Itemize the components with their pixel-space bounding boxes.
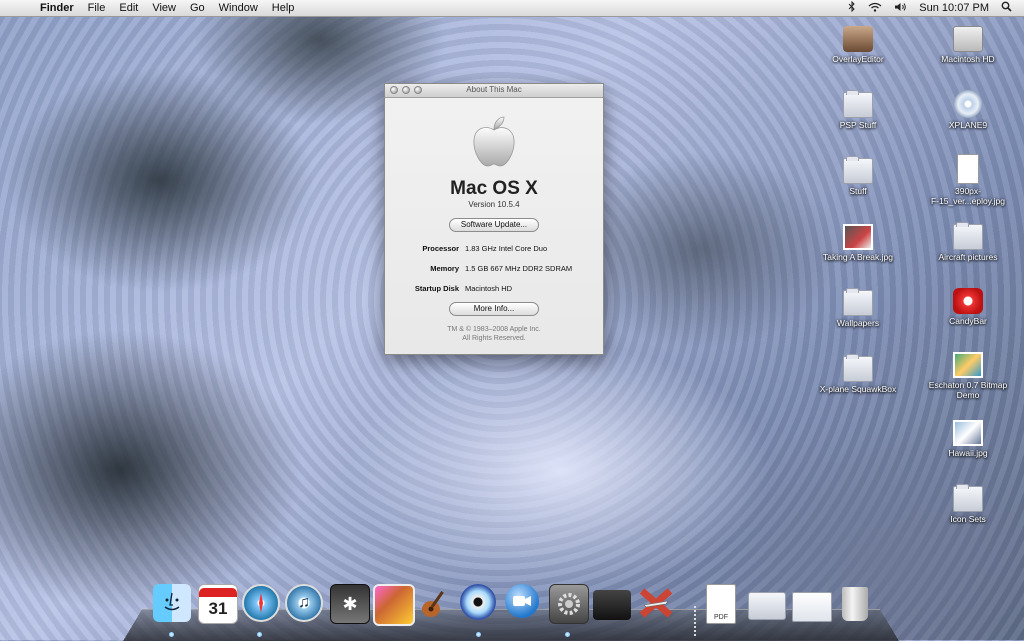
processor-row: Processor 1.83 GHz Intel Core Duo	[385, 244, 603, 254]
menu-bar: Finder File Edit View Go Window Help Sun…	[0, 0, 1024, 17]
os-name: Mac OS X	[385, 178, 603, 200]
itunes-icon[interactable]: ♫	[285, 584, 323, 622]
desktop-icon-label: Taking A Break.jpg	[812, 252, 904, 262]
menu-edit[interactable]: Edit	[119, 2, 138, 14]
calendar-date: 31	[209, 597, 228, 621]
desktop-icon-xplane9[interactable]: XPLANE9	[922, 90, 1014, 130]
window-titlebar[interactable]: About This Mac	[385, 84, 603, 98]
desktop-icon-390px-f15[interactable]: 390px- F-15_ver...eploy.jpg	[922, 154, 1014, 206]
desktop-icon-label: Aircraft pictures	[922, 252, 1014, 262]
desktop-icon-eschaton[interactable]: Eschaton 0.7 Bitmap Demo	[922, 352, 1014, 400]
dvd-icon	[954, 90, 982, 118]
folder-icon	[843, 92, 873, 118]
memory-label: Memory	[369, 264, 459, 273]
running-indicator	[169, 632, 174, 637]
startup-disk-row: Startup Disk Macintosh HD	[385, 284, 603, 294]
desktop-icon-label: PSP Stuff	[812, 120, 904, 130]
window-title: About This Mac	[385, 85, 603, 94]
calendar-header	[199, 588, 237, 597]
volume-icon[interactable]	[894, 2, 907, 15]
desktop-icon-label: X-plane SquawkBox	[812, 384, 904, 394]
desktop-icon-label: Stuff	[812, 186, 904, 196]
x-plane-icon[interactable]	[637, 584, 675, 622]
menu-file[interactable]: File	[88, 2, 106, 14]
finder-icon[interactable]	[153, 584, 191, 622]
ichat-icon[interactable]	[505, 584, 539, 618]
menu-finder[interactable]: Finder	[40, 2, 74, 14]
desktop-icon-overlayeditor[interactable]: OverlayEditor	[812, 26, 904, 64]
garageband-icon[interactable]	[416, 584, 454, 622]
desktop-icon-hawaii[interactable]: Hawaii.jpg	[922, 420, 1014, 458]
processor-value: 1.83 GHz Intel Core Duo	[465, 244, 615, 253]
folder-icon	[843, 356, 873, 382]
desktop-icon-label: Icon Sets	[922, 514, 1014, 524]
hard-drive-icon	[953, 26, 983, 52]
copyright-line-2: All Rights Reserved.	[385, 335, 603, 342]
dock-separator	[694, 606, 696, 636]
running-indicator	[565, 632, 570, 637]
dvd-player-icon[interactable]	[460, 584, 496, 620]
copyright-line-1: TM & © 1983–2008 Apple Inc.	[385, 326, 603, 333]
folder-icon	[843, 290, 873, 316]
apple-logo-icon	[469, 114, 519, 164]
iphoto-icon[interactable]	[373, 584, 415, 626]
desktop-icon-label: Macintosh HD	[922, 54, 1014, 64]
image-file-icon	[953, 420, 983, 446]
desktop-icon-label: XPLANE9	[922, 120, 1014, 130]
desktop-icon-icon-sets[interactable]: Icon Sets	[922, 486, 1014, 524]
running-indicator	[257, 632, 262, 637]
safari-icon[interactable]	[242, 584, 280, 622]
wifi-icon[interactable]	[868, 2, 882, 15]
system-preferences-icon[interactable]	[549, 584, 589, 624]
ical-icon[interactable]: 31	[198, 584, 238, 624]
memory-row: Memory 1.5 GB 667 MHz DDR2 SDRAM	[385, 264, 603, 274]
startup-disk-label: Startup Disk	[369, 284, 459, 293]
running-indicator	[476, 632, 481, 637]
desktop-icon-label: CandyBar	[922, 316, 1014, 326]
image-file-icon	[957, 154, 979, 184]
trash-icon[interactable]	[842, 587, 868, 621]
app-icon	[843, 26, 873, 52]
imovie-icon[interactable]: ✱	[330, 584, 370, 624]
startup-disk-value: Macintosh HD	[465, 284, 615, 293]
bluetooth-icon[interactable]	[848, 1, 856, 15]
desktop-icon-label-line2: F-15_ver...eploy.jpg	[922, 196, 1014, 206]
desktop-icon-stuff[interactable]: Stuff	[812, 158, 904, 196]
documents-stack-icon[interactable]	[792, 592, 832, 622]
folder-icon	[953, 486, 983, 512]
desktop-icon-label: 390px-	[922, 186, 1014, 196]
spotlight-icon[interactable]	[1001, 1, 1012, 15]
menu-clock[interactable]: Sun 10:07 PM	[919, 2, 989, 14]
desktop-icon-aircraft-pictures[interactable]: Aircraft pictures	[922, 224, 1014, 262]
game-console-icon[interactable]	[593, 590, 631, 620]
pdf-document-icon[interactable]: PDF	[706, 584, 736, 624]
desktop-icon-taking-a-break[interactable]: Taking A Break.jpg	[812, 224, 904, 262]
menu-help[interactable]: Help	[272, 2, 295, 14]
desktop-icon-macintosh-hd[interactable]: Macintosh HD	[922, 26, 1014, 64]
more-info-button[interactable]: More Info...	[449, 302, 539, 316]
desktop-icon-x-plane-squawkbox[interactable]: X-plane SquawkBox	[812, 356, 904, 394]
menu-window[interactable]: Window	[219, 2, 258, 14]
processor-label: Processor	[369, 244, 459, 253]
desktop-icon-label: Wallpapers	[812, 318, 904, 328]
menu-view[interactable]: View	[152, 2, 176, 14]
image-file-icon	[843, 224, 873, 250]
desktop-icon-label: OverlayEditor	[812, 54, 904, 64]
desktop-icon-label-line2: Demo	[922, 390, 1014, 400]
software-update-button[interactable]: Software Update...	[449, 218, 539, 232]
folder-icon	[843, 158, 873, 184]
folder-icon	[953, 224, 983, 250]
desktop-icon-wallpapers[interactable]: Wallpapers	[812, 290, 904, 328]
app-icon	[953, 352, 983, 378]
menu-go[interactable]: Go	[190, 2, 205, 14]
about-this-mac-window: About This Mac Mac OS X Version 10.5.4 S…	[384, 83, 604, 355]
downloads-stack-icon[interactable]	[748, 592, 786, 620]
app-icon	[953, 288, 983, 314]
desktop-icon-candybar[interactable]: CandyBar	[922, 288, 1014, 326]
desktop-icon-label: Hawaii.jpg	[922, 448, 1014, 458]
os-version: Version 10.5.4	[385, 200, 603, 209]
memory-value: 1.5 GB 667 MHz DDR2 SDRAM	[465, 264, 615, 273]
desktop-icon-label: Eschaton 0.7 Bitmap	[922, 380, 1014, 390]
desktop-icon-psp-stuff[interactable]: PSP Stuff	[812, 92, 904, 130]
